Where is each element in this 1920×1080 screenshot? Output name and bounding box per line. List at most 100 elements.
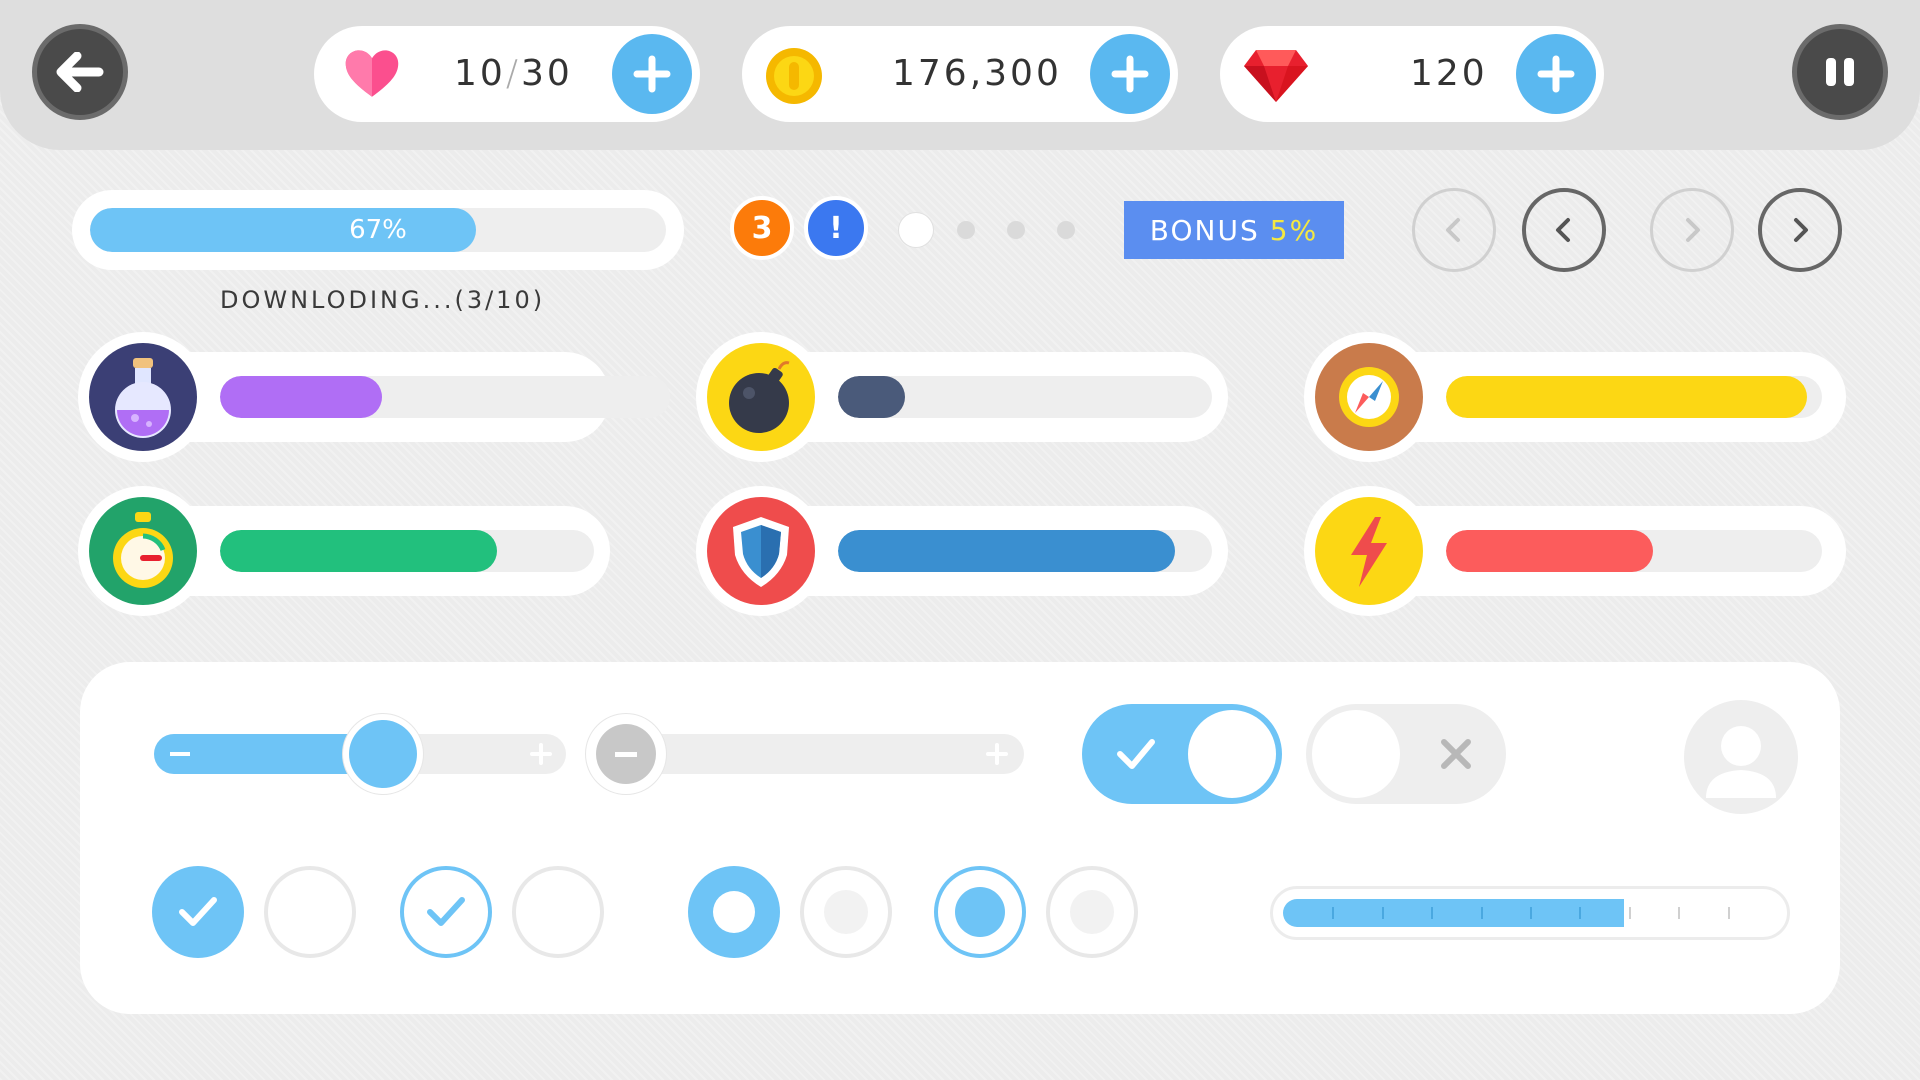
stat-fill <box>220 530 497 572</box>
bonus-tag: BONUS 5% <box>1124 201 1344 259</box>
radio-outline-selected[interactable] <box>934 866 1026 958</box>
segment-tick <box>1431 907 1434 919</box>
plus-icon <box>986 743 1008 765</box>
segment-tick <box>1530 907 1532 919</box>
disabled-slider <box>586 714 1024 794</box>
download-track: 67% <box>90 208 666 252</box>
stat-bar-bomb <box>696 332 1228 462</box>
stat-bar-shield <box>696 486 1228 616</box>
prev-button[interactable] <box>1522 188 1606 272</box>
pause-icon <box>1826 58 1854 86</box>
stat-track <box>220 376 670 418</box>
stopwatch-icon <box>78 486 208 616</box>
stat-track <box>1446 530 1822 572</box>
bonus-label: BONUS <box>1149 213 1260 247</box>
coins-counter: 176,300 <box>742 26 1178 122</box>
stat-track <box>220 530 594 572</box>
plus-icon <box>1537 55 1575 93</box>
volume-slider[interactable] <box>154 714 566 794</box>
segment-tick <box>1332 907 1335 919</box>
alert-badge[interactable]: ! <box>804 196 868 260</box>
arrow-left-icon <box>56 52 104 92</box>
gems-value: 120 <box>1410 53 1488 94</box>
hearts-max: 30 <box>520 53 573 94</box>
radio-unselected[interactable] <box>800 866 892 958</box>
toggle-knob <box>1312 710 1400 798</box>
pager-dot[interactable] <box>1007 221 1025 239</box>
lightning-icon <box>1304 486 1434 616</box>
download-status: DOWNLODING...(3/10) <box>220 286 546 314</box>
stat-bar-potion <box>78 332 670 462</box>
toggle-off[interactable] <box>1306 704 1506 804</box>
radio-outline-unselected[interactable] <box>1046 866 1138 958</box>
stat-track <box>838 376 1212 418</box>
radio-dot <box>1070 890 1114 934</box>
stat-fill <box>220 376 382 418</box>
hearts-current: 10 <box>454 53 506 94</box>
check-icon <box>179 897 217 926</box>
compass-icon <box>1304 332 1434 462</box>
chevron-left-icon <box>1446 218 1460 242</box>
check-icon <box>427 897 465 926</box>
back-button[interactable] <box>32 24 128 120</box>
add-coins-button[interactable] <box>1090 34 1170 114</box>
pager-dot[interactable] <box>1057 221 1075 239</box>
plus-icon <box>1111 55 1149 93</box>
segment-tick <box>1480 907 1483 919</box>
add-gems-button[interactable] <box>1516 34 1596 114</box>
pager-dot[interactable] <box>957 221 975 239</box>
radio-dot <box>955 887 1005 937</box>
bomb-icon <box>696 332 826 462</box>
controls-panel <box>80 662 1840 1014</box>
shield-icon <box>696 486 826 616</box>
hearts-separator: / <box>505 53 521 94</box>
download-progress: 67% <box>72 190 684 270</box>
toggle-knob <box>1188 710 1276 798</box>
user-icon <box>1706 726 1776 798</box>
radio-dot <box>713 891 755 933</box>
radio-filled-selected[interactable] <box>688 866 780 958</box>
pager-dot-active[interactable] <box>899 213 933 247</box>
minus-icon <box>615 751 637 757</box>
plus-icon <box>633 55 671 93</box>
download-percent: 67% <box>349 215 407 245</box>
stat-fill <box>1446 530 1653 572</box>
disabled-slider-handle <box>586 714 666 794</box>
next-button-disabled <box>1650 188 1734 272</box>
check-icon <box>1117 739 1155 769</box>
segment-tick <box>1628 907 1631 919</box>
checkbox-outline-checked[interactable] <box>400 866 492 958</box>
close-icon <box>1441 739 1471 769</box>
chevron-right-icon <box>1686 218 1700 242</box>
stat-bar-lightning <box>1304 486 1846 616</box>
slider-handle[interactable] <box>343 714 424 794</box>
next-button[interactable] <box>1758 188 1842 272</box>
checkbox-filled-checked[interactable] <box>152 866 244 958</box>
chevron-right-icon <box>1794 218 1808 242</box>
count-badge[interactable]: 3 <box>730 196 794 260</box>
radio-dot <box>824 890 868 934</box>
avatar[interactable] <box>1684 700 1798 814</box>
segmented-progress <box>1270 886 1790 940</box>
toggle-on[interactable] <box>1082 704 1282 804</box>
checkbox-outline-unchecked[interactable] <box>512 866 604 958</box>
gem-icon <box>1242 48 1310 104</box>
segment-tick <box>1678 907 1681 919</box>
gems-counter: 120 <box>1220 26 1604 122</box>
stat-fill <box>838 530 1175 572</box>
segment-tick <box>1727 907 1730 919</box>
stat-track <box>1446 376 1822 418</box>
checkbox-unchecked[interactable] <box>264 866 356 958</box>
heart-icon <box>344 48 400 100</box>
hearts-counter: 10/30 <box>314 26 700 122</box>
coins-value: 176,300 <box>892 53 1062 94</box>
coin-icon <box>764 46 824 106</box>
stat-bar-compass <box>1304 332 1846 462</box>
stat-fill <box>1446 376 1807 418</box>
potion-icon <box>78 332 208 462</box>
add-hearts-button[interactable] <box>612 34 692 114</box>
stat-fill <box>838 376 906 418</box>
stat-bar-stopwatch <box>78 486 610 616</box>
pause-button[interactable] <box>1792 24 1888 120</box>
plus-icon <box>530 743 552 765</box>
